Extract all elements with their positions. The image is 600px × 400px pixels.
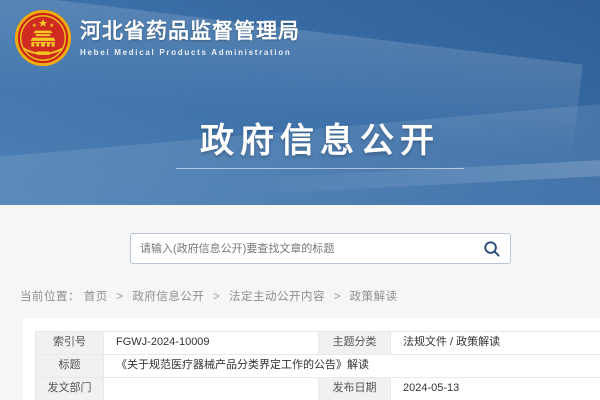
document-info-card: 索引号 FGWJ-2024-10009 主题分类 法规文件 / 政策解读 标题 … bbox=[23, 318, 600, 400]
search-input[interactable] bbox=[140, 234, 480, 263]
topic-category-label: 主题分类 bbox=[319, 332, 391, 355]
search-icon bbox=[483, 240, 501, 258]
breadcrumb-separator: > bbox=[116, 291, 123, 303]
banner-title: 政府信息公开 bbox=[0, 113, 600, 162]
document-info-table: 索引号 FGWJ-2024-10009 主题分类 法规文件 / 政策解读 标题 … bbox=[35, 331, 600, 400]
page: 河北省药品监督管理局 Hebei Medical Products Admini… bbox=[0, 0, 600, 400]
breadcrumb-item-policy-interpretation: 政策解读 bbox=[350, 291, 398, 303]
site-header-banner: 河北省药品监督管理局 Hebei Medical Products Admini… bbox=[0, 0, 600, 205]
document-title-value: 《关于规范医疗器械产品分类界定工作的公告》解读 bbox=[104, 355, 600, 378]
site-name: 河北省药品监督管理局 Hebei Medical Products Admini… bbox=[80, 19, 300, 57]
breadcrumb-label: 当前位置： bbox=[20, 291, 80, 303]
national-emblem-icon bbox=[14, 9, 72, 67]
index-number-value: FGWJ-2024-10009 bbox=[104, 332, 319, 355]
table-row: 标题 《关于规范医疗器械产品分类界定工作的公告》解读 bbox=[36, 355, 600, 378]
breadcrumb: 当前位置： 首页 > 政府信息公开 > 法定主动公开内容 > 政策解读 bbox=[20, 288, 398, 304]
table-row: 发文部门 发布日期 2024-05-13 bbox=[36, 378, 600, 400]
index-number-label: 索引号 bbox=[36, 332, 104, 355]
breadcrumb-separator: > bbox=[213, 291, 220, 303]
search-box bbox=[130, 233, 511, 264]
site-name-cn: 河北省药品监督管理局 bbox=[80, 19, 300, 44]
site-logo[interactable]: 河北省药品监督管理局 Hebei Medical Products Admini… bbox=[14, 9, 300, 67]
topic-category-value: 法规文件 / 政策解读 bbox=[391, 332, 600, 355]
banner-decoration bbox=[240, 157, 600, 195]
issuing-department-label: 发文部门 bbox=[36, 378, 104, 400]
publish-date-label: 发布日期 bbox=[319, 378, 391, 400]
issuing-department-value bbox=[104, 378, 319, 400]
breadcrumb-separator: > bbox=[334, 291, 341, 303]
document-title-label: 标题 bbox=[36, 355, 104, 378]
publish-date-value: 2024-05-13 bbox=[391, 378, 600, 400]
site-name-en: Hebei Medical Products Administration bbox=[80, 48, 300, 57]
table-row: 索引号 FGWJ-2024-10009 主题分类 法规文件 / 政策解读 bbox=[36, 332, 600, 355]
breadcrumb-item-gov-info[interactable]: 政府信息公开 bbox=[132, 291, 204, 303]
breadcrumb-item-statutory-disclosure[interactable]: 法定主动公开内容 bbox=[229, 291, 325, 303]
breadcrumb-item-home[interactable]: 首页 bbox=[84, 291, 108, 303]
banner-underline bbox=[176, 168, 464, 169]
search-button[interactable] bbox=[480, 237, 504, 261]
